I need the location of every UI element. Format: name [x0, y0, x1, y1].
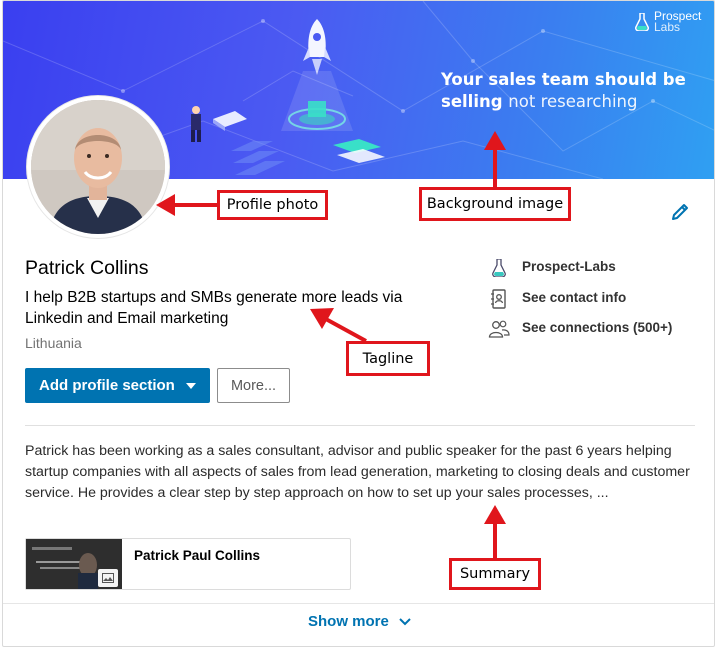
contact-book-icon — [488, 289, 510, 309]
caret-down-icon — [186, 383, 196, 389]
callout-background-image: Background image — [419, 187, 571, 221]
banner-headline-light: not researching — [508, 92, 638, 111]
chevron-down-icon — [399, 618, 411, 626]
add-profile-section-button[interactable]: Add profile section — [25, 368, 210, 403]
sidebar-item-label: See contact info — [522, 290, 627, 305]
callout-summary: Summary — [449, 558, 541, 590]
sidebar-item-contact-info[interactable]: See contact info — [488, 289, 626, 309]
banner-headline-line1: Your sales team should be — [441, 70, 686, 89]
banner-headline: Your sales team should be selling not re… — [441, 69, 686, 113]
footer-divider — [3, 603, 714, 604]
summary-media-item[interactable]: Patrick Paul Collins — [25, 538, 351, 590]
section-divider — [25, 425, 695, 426]
show-more-label: Show more — [307, 613, 389, 630]
profile-location: Lithuania — [25, 335, 82, 351]
sidebar-item-connections[interactable]: See connections (500+) — [488, 319, 672, 339]
add-profile-section-label: Add profile section — [39, 377, 175, 394]
banner-headline-bold: selling — [441, 92, 503, 111]
media-title: Patrick Paul Collins — [134, 548, 261, 563]
prospect-labs-logo-icon — [488, 258, 510, 278]
image-icon — [98, 569, 118, 587]
callout-profile-photo: Profile photo — [217, 190, 328, 220]
callout-tagline: Tagline — [346, 341, 430, 376]
sidebar-item-prospect-labs[interactable]: Prospect-Labs — [488, 258, 616, 278]
edit-pencil-icon[interactable] — [670, 202, 690, 222]
profile-tagline: I help B2B startups and SMBs generate mo… — [25, 289, 403, 327]
people-icon — [488, 319, 510, 339]
more-button[interactable]: More... — [217, 368, 290, 403]
profile-name: Patrick Collins — [25, 257, 149, 279]
banner-headline-line2: selling not researching — [441, 91, 686, 113]
profile-photo[interactable] — [27, 96, 169, 238]
brand-line2: Labs — [654, 20, 681, 34]
sidebar-item-label: See connections (500+) — [522, 320, 673, 335]
sidebar-item-label: Prospect-Labs — [522, 259, 616, 274]
avatar-person-image — [31, 100, 165, 234]
show-more-button[interactable]: Show more — [3, 613, 714, 630]
summary-text: Patrick has been working as a sales cons… — [25, 443, 690, 501]
profile-card: Your sales team should be selling not re… — [2, 0, 715, 647]
flask-icon — [635, 13, 649, 31]
